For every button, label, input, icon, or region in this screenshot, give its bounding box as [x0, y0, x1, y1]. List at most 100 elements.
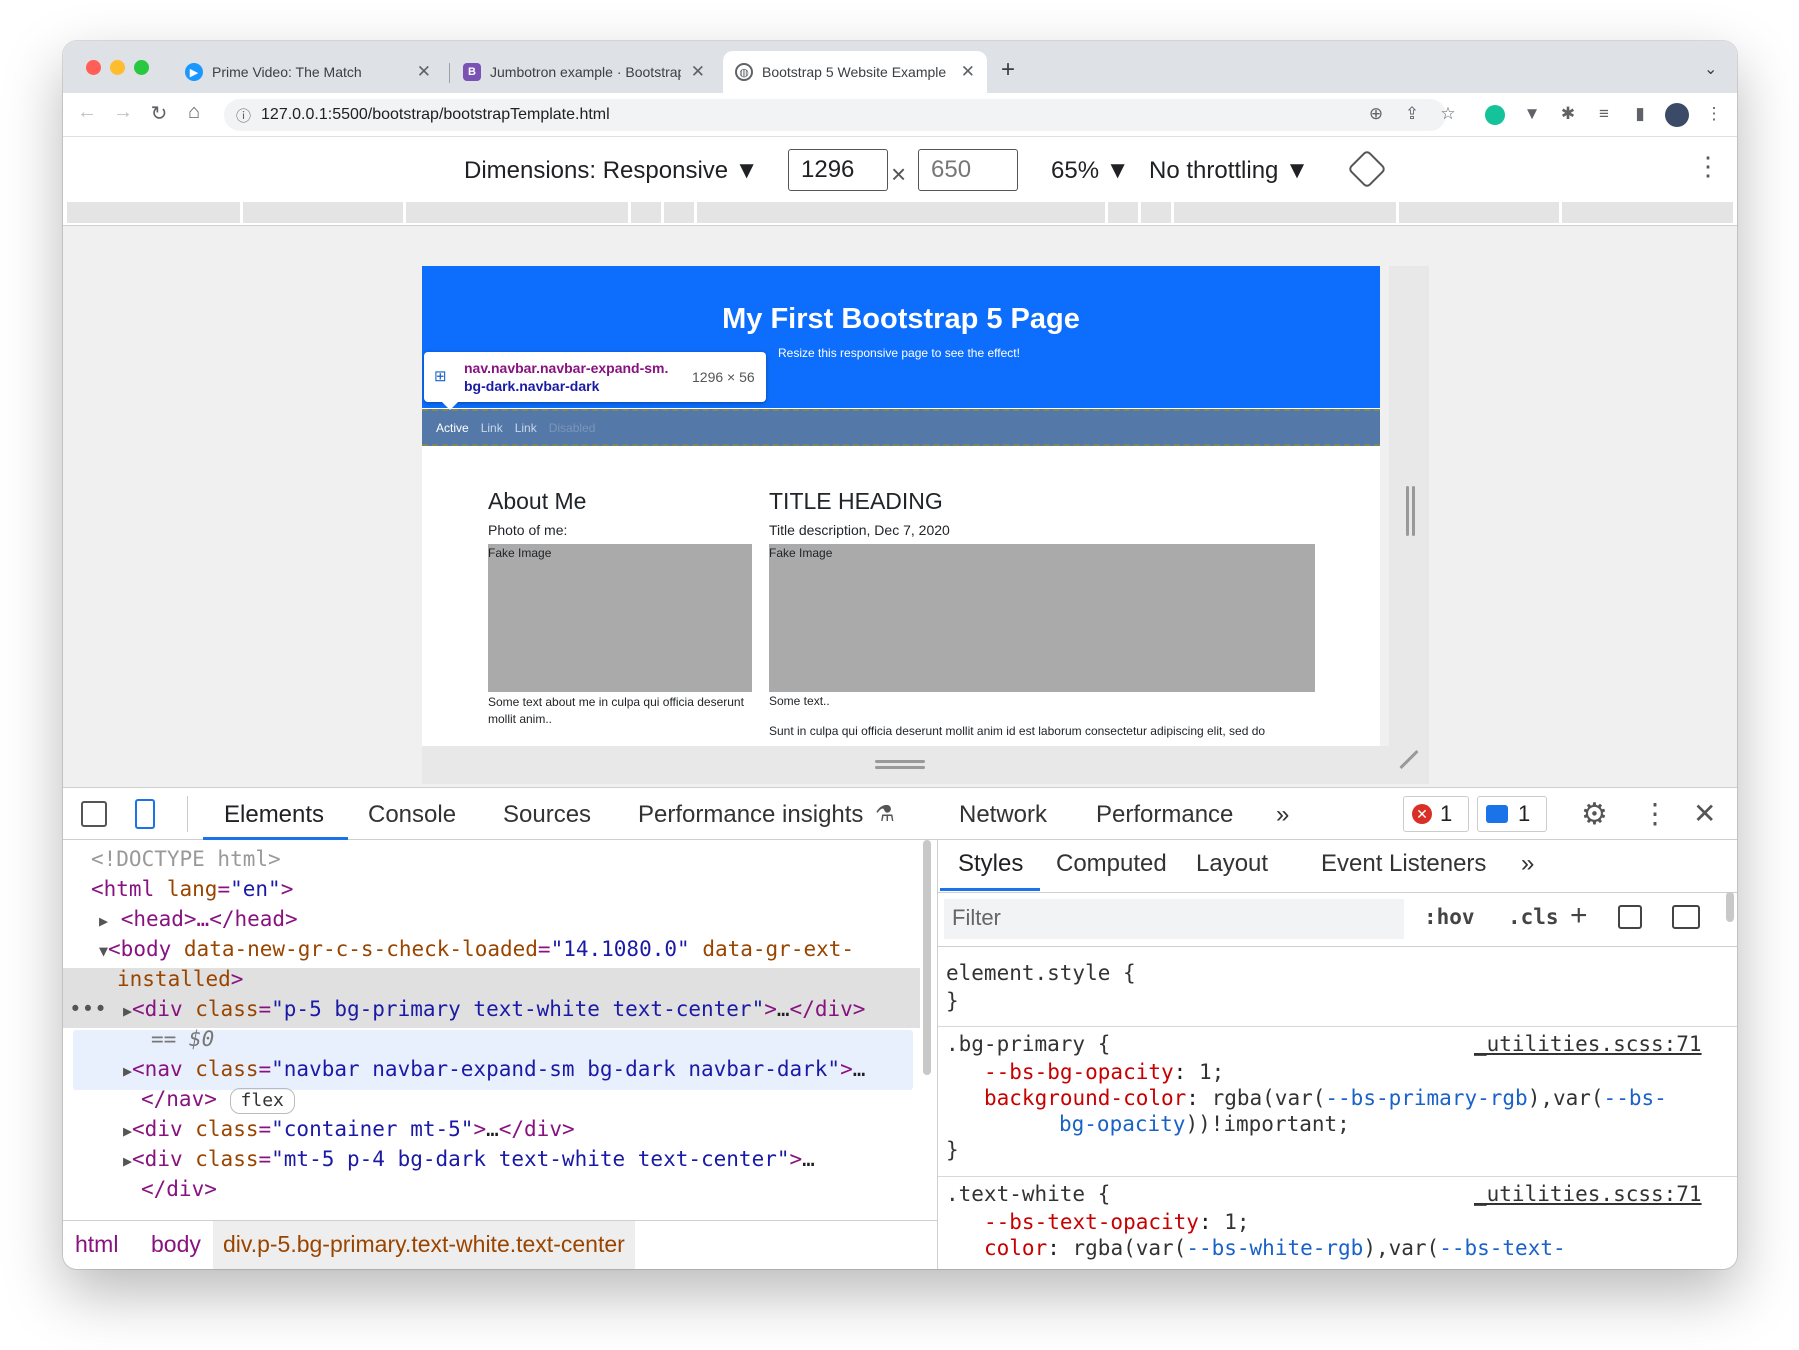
tab-bootstrap-example[interactable]: ◍ Bootstrap 5 Website Example ✕: [723, 51, 987, 93]
nav-link-active[interactable]: Active: [436, 421, 469, 435]
hov-toggle[interactable]: :hov: [1424, 905, 1475, 929]
dom-doctype[interactable]: <!DOCTYPE html>: [91, 844, 281, 874]
dom-body[interactable]: ▼<body data-new-gr-c-s-check-loaded="14.…: [99, 934, 854, 966]
tab-network[interactable]: Network: [959, 801, 1047, 829]
media-icon[interactable]: ≡: [1591, 104, 1617, 124]
zoom-window-button[interactable]: [134, 60, 149, 75]
toggle-sidebar-icon[interactable]: [1672, 905, 1700, 929]
settings-gear-icon[interactable]: ⚙: [1581, 797, 1608, 832]
width-input[interactable]: 1296: [788, 149, 888, 191]
rule-selector-bg-primary[interactable]: .bg-primary {: [946, 1032, 1110, 1056]
dom-div-footer[interactable]: ▶<div class="mt-5 p-4 bg-dark text-white…: [123, 1144, 815, 1176]
media-query-bar[interactable]: [1399, 202, 1559, 223]
corner-resize-icon[interactable]: [1399, 749, 1419, 770]
zoom-icon[interactable]: ⊕: [1363, 104, 1389, 124]
dimensions-select[interactable]: Dimensions: Responsive ▼: [464, 157, 759, 185]
tab-computed[interactable]: Computed: [1056, 850, 1167, 878]
scrollbar[interactable]: [923, 840, 931, 1075]
rule-selector-text-white[interactable]: .text-white {: [946, 1182, 1110, 1206]
more-options-icon[interactable]: ⋮: [1641, 797, 1669, 830]
paint-icon[interactable]: [1618, 905, 1642, 929]
tab-console[interactable]: Console: [368, 801, 456, 829]
messages-badge[interactable]: 1: [1477, 796, 1547, 832]
star-icon[interactable]: ☆: [1435, 104, 1461, 124]
tab-elements[interactable]: Elements: [224, 801, 324, 829]
dom-head[interactable]: ▶ <head>…</head>: [99, 904, 298, 936]
home-icon[interactable]: ⌂: [180, 101, 208, 124]
close-icon[interactable]: ✕: [417, 62, 431, 82]
back-icon[interactable]: ←: [73, 101, 101, 124]
more-options-icon[interactable]: ⋮: [1695, 151, 1721, 182]
dom-div-jumbotron[interactable]: ▶<div class="p-5 bg-primary text-white t…: [123, 994, 865, 1026]
tab-performance-insights[interactable]: Performance insights: [638, 801, 863, 829]
resize-handle-right[interactable]: [1389, 266, 1429, 746]
dom-html[interactable]: <html lang="en">: [91, 874, 293, 904]
nav-link[interactable]: Link: [515, 421, 537, 435]
tab-styles[interactable]: Styles: [958, 850, 1023, 878]
reload-icon[interactable]: ↻: [145, 101, 173, 126]
media-query-bar[interactable]: [243, 202, 403, 223]
dom-div-container[interactable]: ▶<div class="container mt-5">…</div>: [123, 1114, 575, 1146]
flex-badge[interactable]: flex: [229, 1088, 295, 1114]
close-devtools-icon[interactable]: ✕: [1693, 797, 1716, 830]
tab-prime-video[interactable]: ▶ Prime Video: The Match ✕: [173, 51, 443, 93]
close-icon[interactable]: ✕: [961, 62, 975, 82]
element-style-rule[interactable]: element.style {: [946, 961, 1136, 985]
new-rule-icon[interactable]: +: [1570, 899, 1588, 933]
menu-icon[interactable]: ⋮: [1701, 104, 1727, 124]
device-toolbar-icon[interactable]: [135, 799, 155, 829]
media-query-bar[interactable]: [406, 202, 628, 223]
new-tab-icon[interactable]: +: [1001, 56, 1015, 84]
vue-devtools-icon[interactable]: ▼: [1519, 104, 1545, 124]
scrollbar[interactable]: [1726, 892, 1734, 922]
side-panel-icon[interactable]: ▮: [1627, 104, 1653, 124]
forward-icon[interactable]: →: [109, 101, 137, 124]
tab-jumbotron[interactable]: B Jumbotron example · Bootstrap ✕: [451, 51, 717, 93]
rule-declaration[interactable]: --bs-bg-opacity: 1;: [984, 1060, 1224, 1084]
close-icon[interactable]: ✕: [691, 62, 705, 82]
media-query-bar[interactable]: [1174, 202, 1396, 223]
fake-image: Fake Image: [769, 544, 1315, 692]
breadcrumb-item-active[interactable]: div.p-5.bg-primary.text-white.text-cente…: [213, 1221, 635, 1269]
extensions-icon[interactable]: ✱: [1555, 104, 1581, 124]
rotate-icon[interactable]: [1347, 149, 1387, 189]
close-window-button[interactable]: [86, 60, 101, 75]
rule-source-link[interactable]: _utilities.scss:71: [1474, 1182, 1702, 1206]
rule-declaration[interactable]: --bs-text-opacity: 1;: [984, 1210, 1250, 1234]
avatar[interactable]: [1665, 103, 1689, 127]
media-query-bar[interactable]: [664, 202, 694, 223]
cls-toggle[interactable]: .cls: [1508, 905, 1559, 929]
rule-declaration[interactable]: color: rgba(var(--bs-white-rgb),var(--bs…: [984, 1236, 1566, 1260]
media-query-bar[interactable]: [1562, 202, 1733, 223]
filter-input[interactable]: Filter: [944, 899, 1404, 939]
nav-link[interactable]: Link: [481, 421, 503, 435]
more-tabs-icon[interactable]: »: [1276, 801, 1289, 829]
media-query-bar[interactable]: [1108, 202, 1138, 223]
tab-event-listeners[interactable]: Event Listeners: [1321, 850, 1486, 878]
dom-nav[interactable]: ▶<nav class="navbar navbar-expand-sm bg-…: [123, 1054, 865, 1086]
tab-sources[interactable]: Sources: [503, 801, 591, 829]
tab-layout[interactable]: Layout: [1196, 850, 1268, 878]
inspect-element-icon[interactable]: [81, 801, 107, 827]
chevron-down-icon[interactable]: ⌄: [1704, 59, 1717, 79]
media-query-bar[interactable]: [697, 202, 1105, 223]
grammarly-icon[interactable]: [1485, 105, 1505, 125]
rule-source-link[interactable]: _utilities.scss:71: [1474, 1032, 1702, 1056]
zoom-select[interactable]: 65% ▼: [1051, 157, 1129, 185]
minimize-window-button[interactable]: [110, 60, 125, 75]
share-icon[interactable]: ⇪: [1399, 104, 1425, 124]
errors-badge[interactable]: ✕ 1: [1403, 796, 1469, 832]
more-tabs-icon[interactable]: »: [1521, 850, 1534, 878]
omnibox[interactable]: ⓘ 127.0.0.1:5500/bootstrap/bootstrapTemp…: [224, 99, 1446, 131]
breadcrumb-item[interactable]: body: [151, 1231, 201, 1258]
resize-handle-bottom[interactable]: [422, 746, 1429, 784]
media-query-bar[interactable]: [67, 202, 240, 223]
rule-declaration[interactable]: background-color: rgba(var(--bs-primary-…: [984, 1086, 1667, 1110]
height-input[interactable]: 650: [918, 149, 1018, 191]
node-actions-icon[interactable]: •••: [69, 994, 107, 1024]
tab-performance[interactable]: Performance: [1096, 801, 1233, 829]
media-query-bar[interactable]: [1141, 202, 1171, 223]
throttling-select[interactable]: No throttling ▼: [1149, 157, 1309, 185]
media-query-bar[interactable]: [631, 202, 661, 223]
breadcrumb-item[interactable]: html: [75, 1231, 118, 1258]
